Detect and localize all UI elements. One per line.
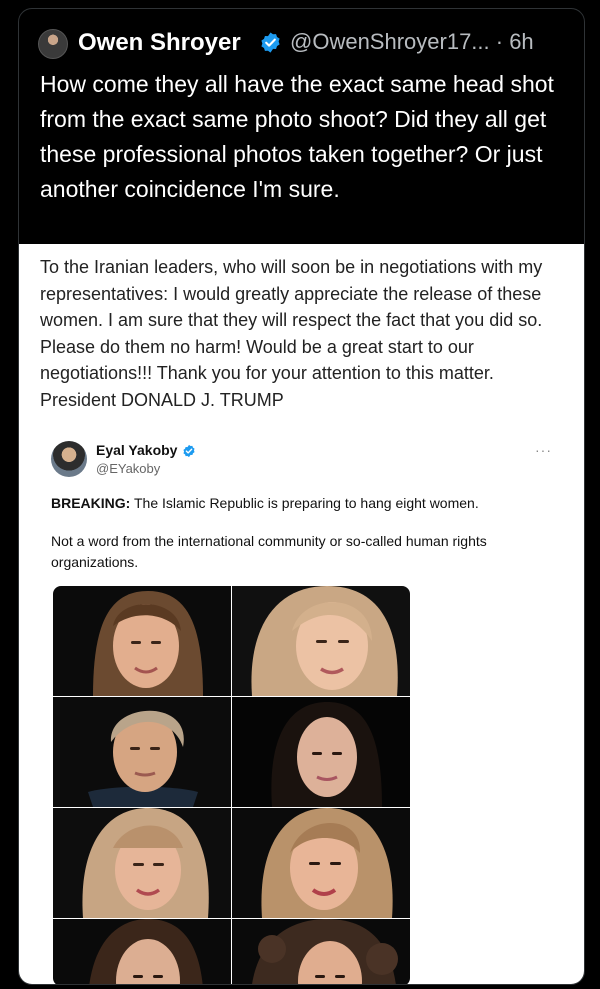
portrait-photo-grid — [53, 586, 410, 984]
portrait-photo — [53, 808, 231, 918]
embedded-post-image[interactable]: To the Iranian leaders, who will soon be… — [19, 244, 584, 984]
quoted-post-paragraph-2: Not a word from the international commun… — [51, 533, 487, 570]
breaking-label: BREAKING: — [51, 495, 131, 511]
author-avatar[interactable] — [38, 29, 68, 59]
tweet-header: Owen Shroyer @OwenShroyer17... · 6h — [19, 9, 584, 59]
embedded-post-text: To the Iranian leaders, who will soon be… — [40, 257, 543, 410]
quoted-author-avatar — [51, 441, 87, 477]
more-dots-icon: ··· — [535, 442, 552, 458]
quoted-author-handle: @EYakoby — [96, 461, 161, 476]
portrait-photo — [232, 586, 410, 696]
breaking-text: The Islamic Republic is preparing to han… — [130, 495, 479, 511]
portrait-photo — [232, 808, 410, 918]
tweet-card[interactable]: Owen Shroyer @OwenShroyer17... · 6h How … — [18, 8, 585, 985]
portrait-photo — [53, 586, 231, 696]
quoted-author-name: Eyal Yakoby — [96, 442, 178, 458]
author-handle-time[interactable]: @OwenShroyer17... · 6h — [290, 29, 534, 55]
portrait-photo — [232, 697, 410, 807]
portrait-photo — [53, 919, 231, 984]
tweet-text: How come they all have the exact same he… — [40, 71, 554, 202]
author-name[interactable]: Owen Shroyer — [78, 29, 241, 57]
verified-badge-icon — [261, 32, 280, 53]
quoted-post-paragraph-1: BREAKING: The Islamic Republic is prepar… — [51, 493, 561, 514]
quoted-verified-badge-icon — [183, 444, 195, 458]
portrait-photo — [53, 697, 231, 807]
portrait-photo — [232, 919, 410, 984]
